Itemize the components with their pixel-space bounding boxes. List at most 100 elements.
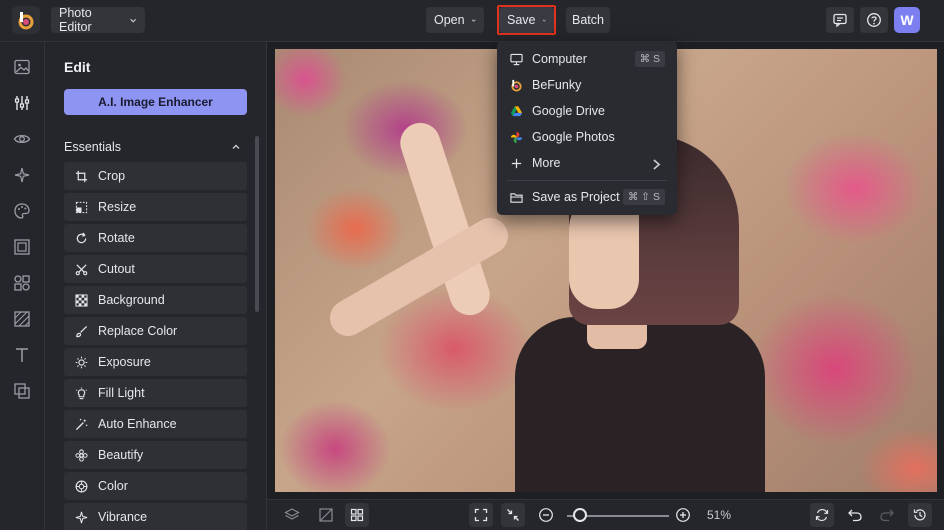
zoom-in-button[interactable]	[675, 507, 691, 523]
tool-auto-enhance[interactable]: Auto Enhance	[64, 410, 247, 438]
batch-label: Batch	[572, 13, 604, 27]
user-avatar[interactable]: W	[894, 7, 920, 33]
rail-edit-button[interactable]	[13, 94, 31, 112]
befunky-icon	[511, 79, 522, 92]
rail-effects-button[interactable]	[13, 166, 31, 184]
shortcut-badge: ⌘ S	[634, 51, 665, 67]
edit-panel: Edit A.I. Image Enhancer Essentials Crop…	[45, 42, 267, 530]
reset-button[interactable]	[810, 503, 834, 527]
photo-editor-label: Photo Editor	[59, 6, 92, 34]
essentials-section-header[interactable]: Essentials	[64, 140, 247, 154]
layers-button[interactable]	[284, 507, 300, 523]
tool-vibrance[interactable]: Vibrance	[64, 503, 247, 530]
tool-label: Vibrance	[98, 510, 148, 524]
rail-textures-button[interactable]	[13, 310, 31, 328]
rail-touchup-button[interactable]	[13, 130, 31, 148]
zoom-out-button[interactable]	[538, 507, 554, 523]
actual-size-button[interactable]	[501, 503, 525, 527]
layers-icon	[284, 508, 300, 520]
grid-view-button[interactable]	[345, 503, 369, 527]
palette-icon	[14, 203, 30, 219]
flower-icon	[75, 448, 88, 462]
tool-background[interactable]: Background	[64, 286, 247, 314]
rotate-icon	[76, 232, 87, 243]
eye-icon	[13, 134, 31, 144]
save-to-google-photos[interactable]: Google Photos	[497, 124, 677, 150]
tool-color[interactable]: Color	[64, 472, 247, 500]
history-icon	[913, 509, 926, 521]
tool-label: Exposure	[98, 355, 151, 369]
save-highlight-outline	[497, 5, 556, 35]
panel-scrollbar[interactable]	[255, 136, 259, 312]
tool-replace-color[interactable]: Replace Color	[64, 317, 247, 345]
bottom-bar: 51%	[267, 499, 944, 530]
text-icon	[16, 348, 28, 362]
tool-label: Resize	[98, 200, 137, 214]
menu-item-label: Computer	[532, 52, 587, 66]
tool-exposure[interactable]: Exposure	[64, 348, 247, 376]
rail-text-button[interactable]	[13, 346, 31, 364]
refresh-icon	[815, 509, 829, 521]
tool-label: Auto Enhance	[98, 417, 177, 431]
zoom-out-icon	[539, 508, 553, 522]
vibrance-icon	[75, 511, 88, 523]
panel-title: Edit	[64, 59, 91, 75]
chevron-down-icon	[129, 18, 136, 23]
grid-icon	[350, 508, 364, 522]
tool-resize[interactable]: Resize	[64, 193, 247, 221]
open-label: Open	[434, 13, 465, 27]
undo-button[interactable]	[847, 507, 863, 523]
rail-graphics-button[interactable]	[13, 274, 31, 292]
google-drive-icon	[510, 105, 523, 116]
save-dropdown-menu: Computer ⌘ S BeFunky Google Drive Google…	[497, 41, 677, 215]
save-to-befunky[interactable]: BeFunky	[497, 72, 677, 98]
rail-image-button[interactable]	[13, 58, 31, 76]
menu-item-label: BeFunky	[532, 78, 582, 92]
history-button[interactable]	[908, 503, 932, 527]
tool-label: Background	[98, 293, 165, 307]
expand-icon	[474, 508, 488, 522]
monitor-icon	[510, 53, 523, 65]
layers-overlay-icon	[14, 383, 30, 399]
tool-label: Replace Color	[98, 324, 178, 338]
color-wheel-icon	[75, 480, 88, 492]
tool-beautify[interactable]: Beautify	[64, 441, 247, 469]
help-button[interactable]	[860, 7, 888, 33]
save-to-computer[interactable]: Computer ⌘ S	[497, 46, 677, 72]
crop-icon	[75, 170, 88, 182]
zoom-slider-handle[interactable]	[573, 508, 587, 522]
ai-image-enhancer-button[interactable]: A.I. Image Enhancer	[64, 89, 247, 115]
photo-editor-dropdown[interactable]: Photo Editor	[51, 6, 145, 34]
chevron-down-icon	[471, 18, 476, 22]
chevron-right-icon	[653, 159, 661, 170]
rail-overlays-button[interactable]	[13, 382, 31, 400]
tool-rail	[0, 42, 45, 530]
save-to-google-drive[interactable]: Google Drive	[497, 98, 677, 124]
photo-subject-forearm	[323, 211, 515, 343]
rail-frames-button[interactable]	[13, 238, 31, 256]
tool-rotate[interactable]: Rotate	[64, 224, 247, 252]
batch-button[interactable]: Batch	[566, 7, 610, 33]
essentials-label: Essentials	[64, 140, 121, 154]
redo-icon	[880, 509, 894, 522]
rail-artsy-button[interactable]	[13, 202, 31, 220]
befunky-logo-icon	[18, 12, 34, 30]
tool-cutout[interactable]: Cutout	[64, 255, 247, 283]
befunky-logo[interactable]	[12, 6, 40, 34]
comments-button[interactable]	[826, 7, 854, 33]
save-more[interactable]: More	[497, 150, 677, 176]
menu-item-label: Google Photos	[532, 130, 615, 144]
save-as-project[interactable]: Save as Project ⌘ ⇧ S	[497, 184, 677, 210]
tool-crop[interactable]: Crop	[64, 162, 247, 190]
help-icon	[867, 13, 881, 27]
fit-screen-button[interactable]	[469, 503, 493, 527]
tool-fill-light[interactable]: Fill Light	[64, 379, 247, 407]
open-button[interactable]: Open	[426, 7, 484, 33]
shortcut-badge: ⌘ ⇧ S	[622, 189, 665, 205]
image-icon	[14, 59, 30, 75]
plus-icon	[511, 158, 522, 168]
checker-icon	[75, 293, 88, 307]
compare-button[interactable]	[318, 507, 334, 523]
redo-button[interactable]	[879, 507, 895, 523]
folder-icon	[510, 192, 523, 203]
